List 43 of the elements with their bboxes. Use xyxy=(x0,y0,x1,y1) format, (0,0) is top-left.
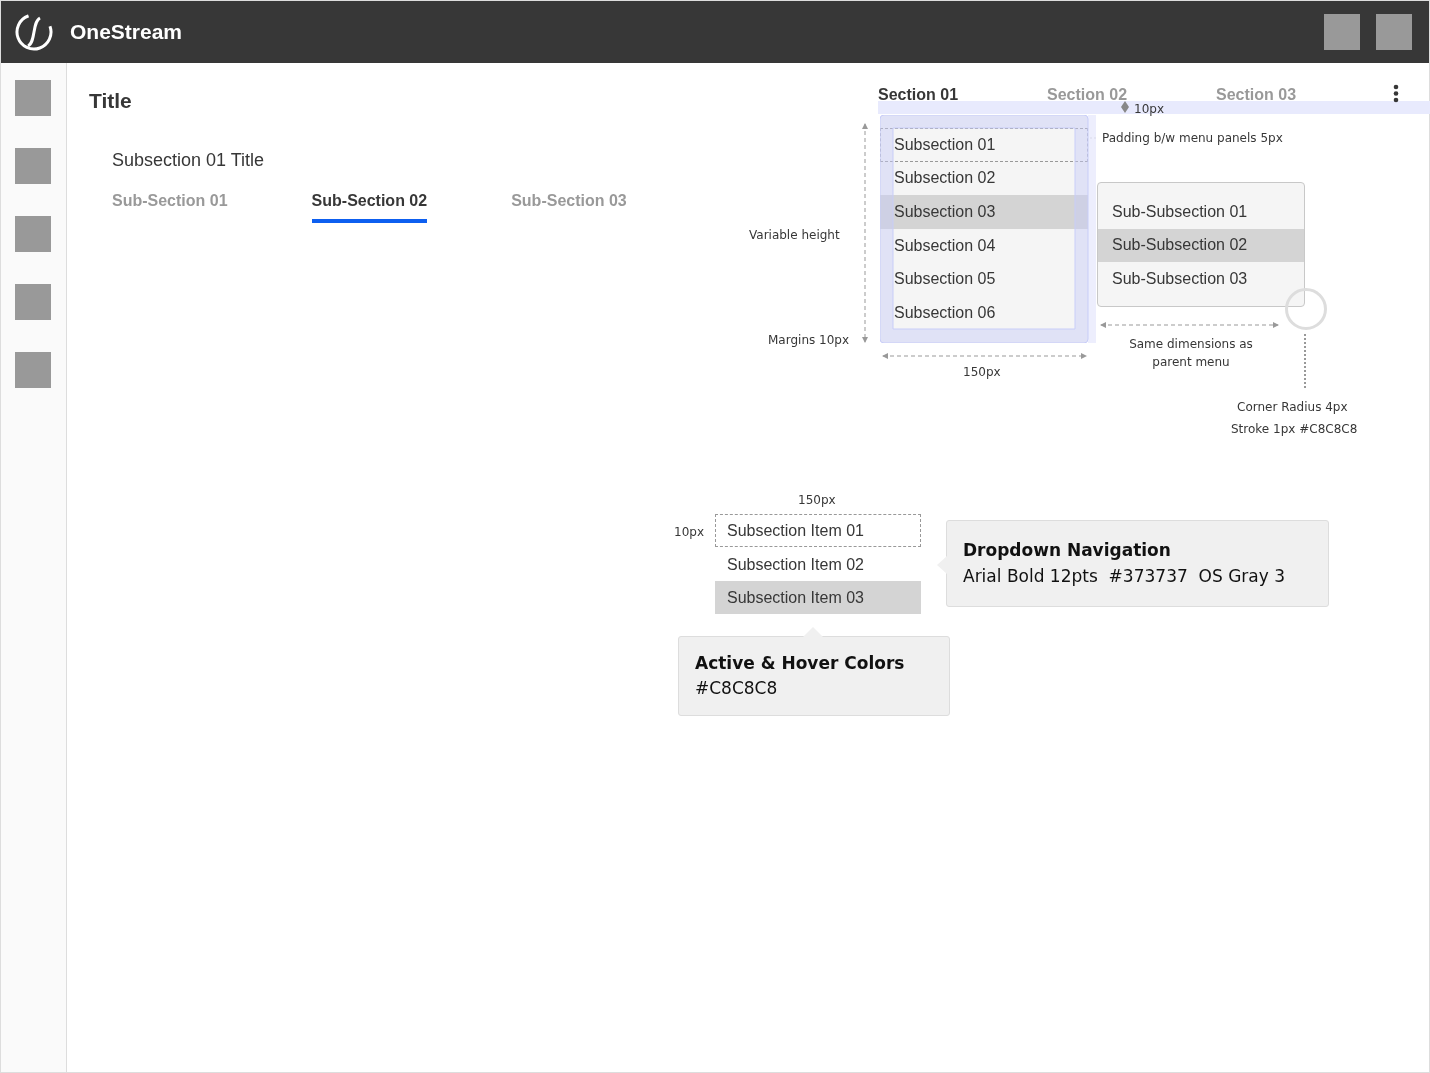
annotation-text: Padding b/w menu panels 5px xyxy=(1102,130,1283,147)
callout-text: Arial Bold 12pts #373737 OS Gray 3 xyxy=(963,564,1286,588)
app-name: OneStream xyxy=(70,19,183,46)
sidebar-button[interactable] xyxy=(15,352,51,388)
submenu-item[interactable]: Sub-Subsection 03 xyxy=(1098,262,1304,296)
annotation-text: 150px xyxy=(963,364,1001,381)
annotation-text: Variable height xyxy=(749,227,840,244)
corner-highlight xyxy=(1284,287,1328,331)
subsection-title: Subsection 01 Title xyxy=(112,149,265,172)
menu-item[interactable]: Subsection 02 xyxy=(880,161,1088,196)
sidebar-button[interactable] xyxy=(15,148,51,184)
page-title: Title xyxy=(89,88,132,114)
annotation-text: 150px xyxy=(798,492,836,509)
annotation-text: Same dimensions as parent menu xyxy=(1128,336,1254,371)
annotation-text: 10px xyxy=(674,524,704,541)
header-button[interactable] xyxy=(1324,14,1360,50)
sidebar-button[interactable] xyxy=(15,216,51,252)
menu-item[interactable]: Subsection 01 xyxy=(880,128,1088,162)
leader-line xyxy=(1304,333,1306,391)
menu-item[interactable]: Subsection 05 xyxy=(880,262,1088,296)
menu-item[interactable]: Subsection Item 02 xyxy=(715,548,921,581)
menu-item[interactable]: Subsection Item 03 xyxy=(715,581,921,614)
menu-item[interactable]: Subsection Item 01 xyxy=(715,514,921,547)
more-menu-icon[interactable] xyxy=(1393,84,1399,103)
menu-item[interactable]: Subsection 06 xyxy=(880,295,1088,330)
sidebar-button[interactable] xyxy=(15,80,51,116)
gap-marker-icon xyxy=(1121,101,1129,113)
sidebar-button[interactable] xyxy=(15,284,51,320)
submenu-item[interactable]: Sub-Subsection 02 xyxy=(1098,228,1304,263)
menu-item[interactable]: Subsection 03 xyxy=(880,195,1088,229)
annotation-text: Margins 10px xyxy=(768,332,850,349)
section-tab[interactable]: Section 01 xyxy=(878,83,959,107)
logo-icon xyxy=(14,12,54,52)
callout-title: Active & Hover Colors xyxy=(695,651,906,675)
menu-item[interactable]: Subsection 04 xyxy=(880,228,1088,263)
annotation-text: Stroke 1px #C8C8C8 xyxy=(1231,421,1358,438)
subsection-tab[interactable]: Sub-Section 02 xyxy=(311,189,428,223)
submenu-item[interactable]: Sub-Subsection 01 xyxy=(1098,195,1304,229)
annotation-text: 10px xyxy=(1134,101,1164,118)
callout-title: Dropdown Navigation xyxy=(963,539,1172,562)
header-button[interactable] xyxy=(1376,14,1412,50)
callout-text: #C8C8C8 xyxy=(695,677,779,700)
annotation-text: Corner Radius 4px xyxy=(1237,399,1348,416)
